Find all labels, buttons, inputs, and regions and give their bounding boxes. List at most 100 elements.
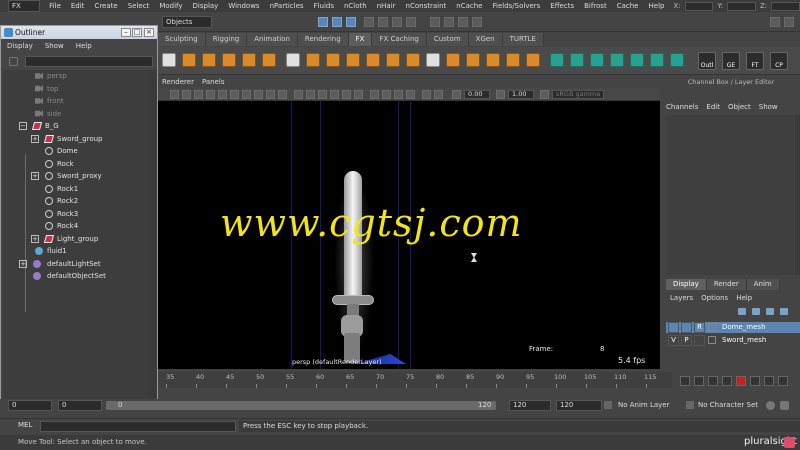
shelf-liquid-icon[interactable] [406, 53, 420, 67]
outliner-titlebar[interactable]: Outliner – □ × [1, 26, 157, 39]
shelf-teal-tool-2-icon[interactable] [570, 53, 584, 67]
channel-box-menu-object[interactable]: Object [724, 101, 755, 113]
tab-fx[interactable]: FX [348, 33, 373, 46]
channel-box-menu-channels[interactable]: Channels [662, 101, 702, 113]
shelf-teal-tool-3-icon[interactable] [590, 53, 604, 67]
menu-nconstraint[interactable]: nConstraint [401, 0, 452, 12]
shelf-nparticle-icon[interactable] [182, 53, 196, 67]
snap-point-icon[interactable] [392, 17, 402, 27]
menu-display[interactable]: Display [188, 0, 224, 12]
new-layer-icon[interactable] [738, 308, 746, 315]
anim-layer-dropdown[interactable]: No Anim Layer [614, 400, 684, 411]
menu-nhair[interactable]: nHair [372, 0, 401, 12]
select-camera-icon[interactable] [170, 90, 179, 99]
channel-box-menu-show[interactable]: Show [755, 101, 782, 113]
menu-select[interactable]: Select [123, 0, 155, 12]
y-coord-field[interactable] [727, 1, 756, 11]
layer-visibility-toggle[interactable]: V [668, 335, 679, 346]
tab-sculpting[interactable]: Sculpting [158, 33, 206, 46]
menu-edit[interactable]: Edit [66, 0, 90, 12]
outliner-menu-show[interactable]: Show [39, 40, 70, 52]
step-back-frame-icon[interactable] [708, 376, 718, 386]
menu-help[interactable]: Help [644, 0, 670, 12]
isolate-select-icon[interactable] [422, 90, 431, 99]
menu-set-dropdown[interactable]: FX [8, 0, 41, 12]
camera-attributes-icon[interactable] [182, 90, 191, 99]
menu-fluids[interactable]: Fluids [309, 0, 339, 12]
x-coord-field[interactable] [684, 1, 714, 11]
resolution-gate-icon[interactable] [242, 90, 251, 99]
preferences-icon[interactable] [780, 401, 789, 410]
color-management-icon[interactable] [540, 90, 549, 99]
menu-fields-solvers[interactable]: Fields/Solvers [487, 0, 545, 12]
layer-menu-help[interactable]: Help [732, 293, 756, 304]
step-forward-frame-icon[interactable] [750, 376, 760, 386]
layer-type-toggle[interactable] [681, 322, 692, 333]
render-icon[interactable] [430, 17, 440, 27]
shelf-cache-icon[interactable] [366, 53, 380, 67]
ipr-render-icon[interactable] [444, 17, 454, 27]
filter-icon[interactable] [9, 57, 18, 66]
snap-grid-icon[interactable] [364, 17, 374, 27]
menu-effects[interactable]: Effects [545, 0, 579, 12]
menu-cache[interactable]: Cache [612, 0, 644, 12]
tab-display-layers[interactable]: Display [666, 279, 707, 290]
shelf-freeze-transforms-icon[interactable]: FT [746, 52, 764, 70]
menu-ncache[interactable]: nCache [451, 0, 487, 12]
shelf-teal-tool-4-icon[interactable] [610, 53, 624, 67]
film-gate-icon[interactable] [230, 90, 239, 99]
ambient-occlusion-icon[interactable] [370, 90, 379, 99]
layer-menu-layers[interactable]: Layers [666, 293, 697, 304]
selection-mode-dropdown[interactable]: Objects [162, 16, 212, 28]
go-to-start-icon[interactable] [680, 376, 690, 386]
menu-nparticles[interactable]: nParticles [265, 0, 309, 12]
shelf-cube-icon[interactable] [162, 53, 176, 67]
snap-plane-icon[interactable] [406, 17, 416, 27]
shelf-fire-icon[interactable] [486, 53, 500, 67]
viewport-menu-panels[interactable]: Panels [198, 77, 229, 88]
image-plane-icon[interactable] [206, 90, 215, 99]
step-back-key-icon[interactable] [694, 376, 704, 386]
render-settings-icon[interactable] [458, 17, 468, 27]
expand-icon[interactable]: + [19, 259, 27, 268]
textured-icon[interactable] [330, 90, 339, 99]
layer-reference-toggle[interactable]: R [694, 322, 705, 333]
gamma-field[interactable]: 1.00 [508, 90, 534, 99]
close-icon[interactable]: × [144, 28, 154, 37]
exposure-icon[interactable] [452, 90, 461, 99]
lasso-tool-icon[interactable] [332, 17, 342, 27]
layer-reference-toggle[interactable] [694, 335, 705, 346]
command-language-toggle[interactable]: MEL [18, 421, 32, 429]
3d-viewport[interactable]: www.cgtsj.com persp (defaultRenderLayer)… [158, 101, 660, 369]
tab-custom[interactable]: Custom [426, 33, 469, 46]
shelf-ocean-icon[interactable] [262, 53, 276, 67]
shelf-center-pivot-icon[interactable]: CP [770, 52, 788, 70]
viewport-menu-renderer[interactable]: Renderer [158, 77, 198, 88]
time-slider[interactable]: 35 40 45 50 55 60 65 70 75 80 85 90 95 1… [158, 372, 672, 388]
outliner-scrollbar[interactable] [149, 70, 157, 402]
shelf-teal-tool-6-icon[interactable] [650, 53, 664, 67]
range-slider[interactable]: 0 120 [106, 401, 496, 410]
color-space-dropdown[interactable]: sRGB gamma [552, 90, 604, 99]
shelf-teal-tool-1-icon[interactable] [550, 53, 564, 67]
animation-end-field[interactable]: 120 [556, 400, 602, 411]
layer-color-swatch[interactable] [708, 323, 716, 331]
hypershade-icon[interactable] [472, 17, 482, 27]
shelf-shatter-icon[interactable] [526, 53, 540, 67]
character-set-dropdown[interactable]: No Character Set [694, 400, 764, 411]
depth-of-field-icon[interactable] [406, 90, 415, 99]
tab-rendering[interactable]: Rendering [297, 33, 349, 46]
shadows-icon[interactable] [354, 90, 363, 99]
playback-start-field[interactable]: 0 [58, 400, 102, 411]
smooth-shade-icon[interactable] [306, 90, 315, 99]
exposure-field[interactable]: 0.00 [464, 90, 490, 99]
motion-blur-icon[interactable] [382, 90, 391, 99]
playback-end-field[interactable]: 120 [509, 400, 551, 411]
menu-modify[interactable]: Modify [154, 0, 187, 12]
safe-action-icon[interactable] [278, 90, 287, 99]
layer-down-icon[interactable] [780, 308, 788, 315]
menu-file[interactable]: File [44, 0, 66, 12]
menu-bifrost[interactable]: Bifrost [579, 0, 612, 12]
minimize-icon[interactable]: – [121, 28, 131, 37]
shelf-teal-tool-7-icon[interactable] [670, 53, 684, 67]
